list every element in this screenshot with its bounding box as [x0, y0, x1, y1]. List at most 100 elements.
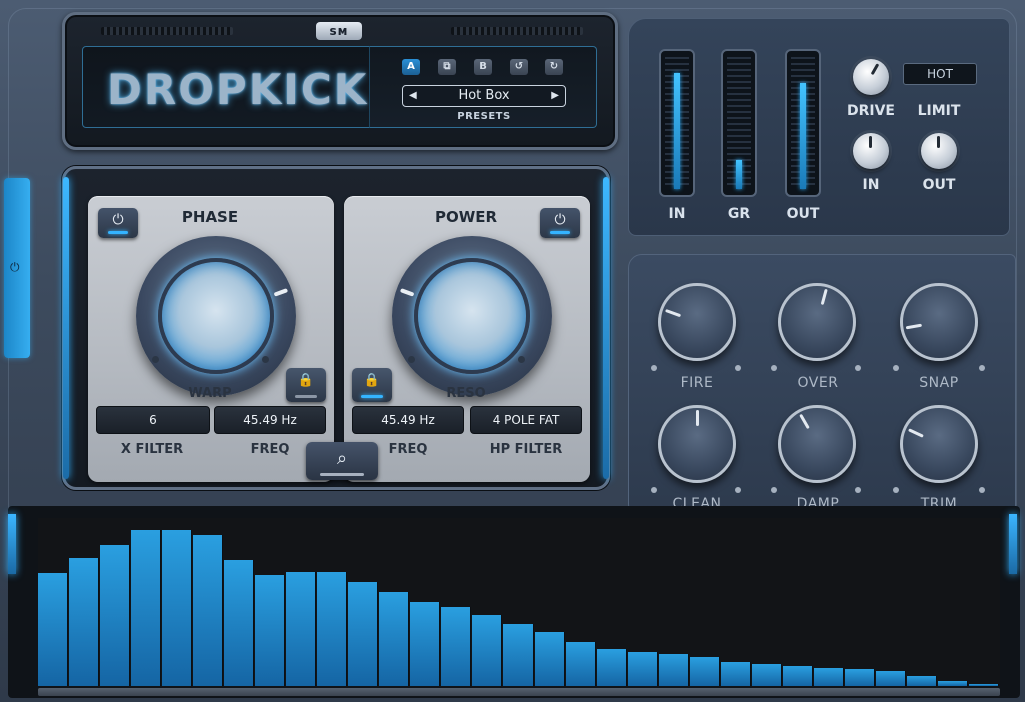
power-lock-button[interactable]: 🔒 — [352, 368, 392, 402]
power-icon: ⏻ — [10, 260, 20, 274]
undo-button[interactable]: ↺ — [510, 59, 528, 75]
out-gain-label: OUT — [922, 177, 956, 193]
spectrum-bar — [317, 572, 348, 686]
lock-icon: 🔒 — [363, 373, 381, 388]
copy-preset-button[interactable]: ⧉ — [438, 59, 456, 75]
header-rail-left — [101, 27, 233, 35]
trim-knob[interactable] — [900, 405, 978, 483]
brand-logo: sᴍ — [316, 22, 362, 40]
spectrum-bar — [162, 530, 193, 686]
over-knob[interactable] — [778, 283, 856, 361]
spectrum-bar — [38, 573, 69, 686]
next-preset-icon[interactable]: ▶ — [551, 86, 559, 106]
phase-card: ⏻ PHASE WARP 🔒 6 45.49 Hz X FILTER FREQ — [88, 196, 334, 482]
header-rail-right — [451, 27, 583, 35]
knob-bank-panel: FIRE OVER SNAP CLEAN DAMP TRIM — [628, 254, 1016, 518]
spectrum-bar — [844, 669, 875, 686]
spectrum-analyzer — [8, 506, 1020, 698]
output-meter-fill — [800, 83, 806, 189]
spectrum-scrollbar[interactable] — [38, 688, 1000, 696]
spectrum-bar — [658, 654, 689, 686]
spectrum-bar — [813, 668, 844, 686]
power-section-power-button[interactable]: ⏻ — [540, 208, 580, 238]
power-title: POWER — [434, 208, 498, 226]
spectrum-bar — [534, 632, 565, 686]
limit-mode-display[interactable]: HOT — [903, 63, 977, 85]
x-filter-value[interactable]: 6 — [96, 406, 210, 434]
spectrum-bar — [627, 652, 658, 686]
clean-knob[interactable] — [658, 405, 736, 483]
phase-title: PHASE — [181, 208, 239, 226]
power-icon: ⏻ — [112, 212, 124, 228]
gain-reduction-meter — [721, 49, 757, 197]
limit-label: LIMIT — [917, 103, 961, 119]
fire-label: FIRE — [680, 375, 714, 391]
over-label: OVER — [797, 375, 839, 391]
spectrum-bar — [255, 575, 286, 686]
spectrum-bar — [193, 535, 224, 686]
preset-name: Hot Box — [458, 88, 510, 103]
meter-panel: IN GR OUT HOT DRIVE LIMIT IN OUT — [628, 18, 1010, 236]
hp-filter-value[interactable]: 4 POLE FAT — [470, 406, 582, 434]
spectrum-bar — [596, 649, 627, 686]
spectrum-bar — [224, 560, 255, 686]
presets-label: PRESETS — [457, 111, 511, 122]
preset-panel: A ⧉ B ↺ ↻ ◀ Hot Box ▶ PRESETS — [369, 46, 597, 128]
output-gain-knob[interactable] — [921, 133, 957, 169]
bypass-power-button[interactable]: ⏻ — [4, 178, 30, 358]
input-meter-fill — [674, 73, 680, 189]
phase-lock-button[interactable]: 🔒 — [286, 368, 326, 402]
redo-button[interactable]: ↻ — [545, 59, 563, 75]
meter-label-out: OUT — [786, 206, 820, 222]
output-meter — [785, 49, 821, 197]
reso-knob[interactable] — [392, 236, 552, 396]
spectrum-bar — [286, 572, 317, 686]
lock-icon: 🔒 — [297, 373, 315, 388]
x-filter-label: X FILTER — [120, 442, 184, 457]
fire-knob[interactable] — [658, 283, 736, 361]
prev-preset-icon[interactable]: ◀ — [409, 86, 417, 106]
phase-freq-value[interactable]: 45.49 Hz — [214, 406, 326, 434]
spectrum-bar — [968, 684, 999, 686]
spectrum-bar — [410, 602, 441, 686]
phase-power-button[interactable]: ⏻ — [98, 208, 138, 238]
spectrum-left-glow — [8, 514, 16, 574]
search-button[interactable]: ⌕ — [306, 442, 378, 480]
spectrum-bar — [720, 662, 751, 686]
spectrum-bar — [503, 624, 534, 686]
spectrum-bar — [69, 558, 100, 686]
gr-meter-fill — [736, 160, 742, 189]
spectrum-bar — [751, 664, 782, 686]
meter-label-gr: GR — [727, 206, 751, 222]
preset-selector[interactable]: ◀ Hot Box ▶ — [402, 85, 566, 107]
snap-label: SNAP — [919, 375, 959, 391]
title-display: DROPKICK — [82, 46, 370, 128]
scrollbar-thumb[interactable] — [38, 688, 1000, 696]
spectrum-bar — [906, 676, 937, 686]
spectrum-bar — [348, 582, 379, 686]
spectrum-bar — [782, 666, 813, 686]
plugin-title: DROPKICK — [107, 65, 369, 114]
drive-knob[interactable] — [853, 59, 889, 95]
spectrum-display — [38, 518, 1000, 686]
power-card: POWER ⏻ 🔒 RESO 45.49 Hz 4 POLE FAT FREQ … — [344, 196, 590, 482]
spectrum-bar — [472, 615, 503, 686]
damp-knob[interactable] — [778, 405, 856, 483]
snap-knob[interactable] — [900, 283, 978, 361]
power-freq-value[interactable]: 45.49 Hz — [352, 406, 464, 434]
spectrum-bar — [565, 642, 596, 686]
preset-a-button[interactable]: A — [402, 59, 420, 75]
input-gain-knob[interactable] — [853, 133, 889, 169]
spectrum-bar — [937, 681, 968, 686]
spectrum-bar — [379, 592, 410, 686]
preset-b-button[interactable]: B — [474, 59, 492, 75]
spectrum-right-glow — [1009, 514, 1017, 574]
spectrum-bar — [131, 530, 162, 686]
spectrum-bar — [441, 607, 472, 686]
reso-label: RESO — [446, 386, 486, 401]
meter-label-in: IN — [668, 206, 686, 222]
power-icon: ⏻ — [554, 212, 566, 228]
spectrum-bar — [689, 657, 720, 686]
warp-knob[interactable] — [136, 236, 296, 396]
search-icon: ⌕ — [336, 448, 348, 469]
